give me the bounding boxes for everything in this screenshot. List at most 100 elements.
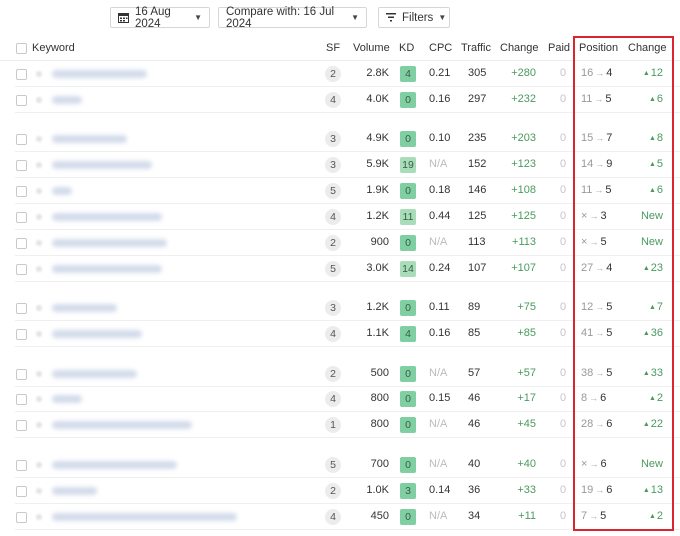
table-row[interactable]: 4 1.2K 11 0.44 125 +125 0 × → 3 New [0, 204, 680, 230]
row-checkbox[interactable] [16, 512, 27, 523]
position-value: 28 → 6 [581, 418, 612, 430]
keyword-link-blurred[interactable] [52, 421, 192, 429]
cpc-value: 0.14 [429, 484, 451, 496]
sf-badge[interactable]: 4 [325, 509, 341, 525]
keyword-link-blurred[interactable] [52, 330, 142, 338]
column-header-cpc[interactable]: CPC [429, 42, 452, 54]
table-row[interactable]: 5 1.9K 0 0.18 146 +108 0 11 → 5 ▲6 [0, 178, 680, 204]
table-row[interactable]: 3 4.9K 0 0.10 235 +203 0 15 → 7 ▲8 [0, 126, 680, 152]
keyword-icon [36, 97, 42, 103]
sf-badge[interactable]: 2 [325, 366, 341, 382]
column-header-position-change[interactable]: Change [628, 42, 667, 54]
sf-badge[interactable]: 5 [325, 183, 341, 199]
position-change: New [641, 236, 663, 248]
table-row[interactable]: 4 1.1K 4 0.16 85 +85 0 41 → 5 ▲36 [0, 321, 680, 347]
position-to: 5 [606, 327, 613, 339]
row-checkbox[interactable] [16, 460, 27, 471]
row-checkbox[interactable] [16, 369, 27, 380]
table-row[interactable]: 4 4.0K 0 0.16 297 +232 0 11 → 5 ▲6 [0, 87, 680, 113]
table-row[interactable]: 3 1.2K 0 0.11 89 +75 0 12 → 5 ▲7 [0, 295, 680, 321]
paid-value: 0 [560, 184, 567, 196]
traffic-value: 113 [468, 236, 486, 248]
position-to: 9 [606, 158, 613, 170]
arrow-right-icon: → [595, 328, 605, 338]
position-from: 27 [581, 262, 594, 274]
row-checkbox[interactable] [16, 238, 27, 249]
keyword-link-blurred[interactable] [52, 213, 162, 221]
keyword-link-blurred[interactable] [52, 461, 177, 469]
row-checkbox[interactable] [16, 486, 27, 497]
row-checkbox[interactable] [16, 160, 27, 171]
position-to: 5 [606, 367, 613, 379]
table-row[interactable]: 3 5.9K 19 N/A 152 +123 0 14 → 9 ▲5 [0, 152, 680, 178]
position-change-value: 13 [650, 484, 663, 496]
row-checkbox[interactable] [16, 394, 27, 405]
up-triangle-icon: ▲ [642, 265, 650, 272]
sf-badge[interactable]: 1 [325, 417, 341, 433]
sf-badge[interactable]: 4 [325, 326, 341, 342]
traffic-change-value: +11 [518, 510, 536, 522]
column-header-kd[interactable]: KD [399, 42, 414, 54]
position-to: 6 [600, 392, 607, 404]
keyword-link-blurred[interactable] [52, 370, 137, 378]
keyword-link-blurred[interactable] [52, 187, 72, 195]
row-checkbox[interactable] [16, 186, 27, 197]
table-row[interactable]: 1 800 0 N/A 46 +45 0 28 → 6 ▲22 [0, 412, 680, 438]
compare-date-button[interactable]: Compare with: 16 Jul 2024 ▼ [218, 6, 367, 30]
keyword-icon [36, 240, 42, 246]
sf-badge[interactable]: 5 [325, 261, 341, 277]
sf-badge[interactable]: 4 [325, 391, 341, 407]
arrow-right-icon: → [594, 94, 604, 104]
row-checkbox[interactable] [16, 69, 27, 80]
table-row[interactable]: 5 3.0K 14 0.24 107 +107 0 27 → 4 ▲23 [0, 256, 680, 282]
table-row[interactable]: 2 2.8K 4 0.21 305 +280 0 16 → 4 ▲12 [0, 61, 680, 87]
column-header-traffic[interactable]: Traffic [461, 42, 491, 54]
position-from: × [581, 458, 588, 470]
table-row[interactable]: 4 800 0 0.15 46 +17 0 8 → 6 ▲2 [0, 386, 680, 412]
keyword-link-blurred[interactable] [52, 513, 237, 521]
row-checkbox[interactable] [16, 264, 27, 275]
column-header-keyword[interactable]: Keyword [32, 42, 75, 54]
sf-badge[interactable]: 3 [325, 131, 341, 147]
sf-badge[interactable]: 2 [325, 66, 341, 82]
row-checkbox[interactable] [16, 212, 27, 223]
position-change-value: New [640, 458, 663, 470]
keyword-link-blurred[interactable] [52, 487, 97, 495]
keyword-link-blurred[interactable] [52, 96, 82, 104]
sf-badge[interactable]: 4 [325, 92, 341, 108]
select-all-checkbox[interactable] [16, 43, 27, 54]
keyword-link-blurred[interactable] [52, 161, 152, 169]
keyword-link-blurred[interactable] [52, 395, 82, 403]
row-checkbox[interactable] [16, 134, 27, 145]
filters-button[interactable]: Filters ▼ [378, 7, 450, 28]
cpc-value: 0.18 [429, 184, 451, 196]
column-header-volume[interactable]: Volume [353, 42, 390, 54]
row-checkbox[interactable] [16, 420, 27, 431]
sf-badge[interactable]: 3 [325, 157, 341, 173]
column-header-sf[interactable]: SF [326, 42, 340, 54]
table-row[interactable]: 5 700 0 N/A 40 +40 0 × → 6 New [0, 452, 680, 478]
keyword-link-blurred[interactable] [52, 239, 167, 247]
keyword-link-blurred[interactable] [52, 70, 147, 78]
column-header-change[interactable]: Change [500, 42, 539, 54]
keyword-link-blurred[interactable] [52, 265, 162, 273]
sf-badge[interactable]: 4 [325, 209, 341, 225]
column-header-paid[interactable]: Paid [548, 42, 570, 54]
kd-badge: 0 [400, 457, 416, 473]
row-checkbox[interactable] [16, 95, 27, 106]
table-row[interactable]: 2 900 0 N/A 113 +113 0 × → 5 New [0, 230, 680, 256]
column-header-position[interactable]: Position [579, 42, 618, 54]
sf-badge[interactable]: 5 [325, 457, 341, 473]
table-row[interactable]: 2 1.0K 3 0.14 36 +33 0 19 → 6 ▲13 [0, 478, 680, 504]
sf-badge[interactable]: 3 [325, 300, 341, 316]
row-checkbox[interactable] [16, 303, 27, 314]
keyword-link-blurred[interactable] [52, 135, 127, 143]
table-row[interactable]: 4 450 0 N/A 34 +11 0 7 → 5 ▲2 [0, 504, 680, 530]
row-checkbox[interactable] [16, 329, 27, 340]
date-picker-button[interactable]: 16 Aug 2024 ▼ [110, 6, 210, 30]
sf-badge[interactable]: 2 [325, 483, 341, 499]
sf-badge[interactable]: 2 [325, 235, 341, 251]
cpc-value: N/A [429, 158, 448, 170]
keyword-link-blurred[interactable] [52, 304, 117, 312]
table-row[interactable]: 2 500 0 N/A 57 +57 0 38 → 5 ▲33 [0, 361, 680, 387]
